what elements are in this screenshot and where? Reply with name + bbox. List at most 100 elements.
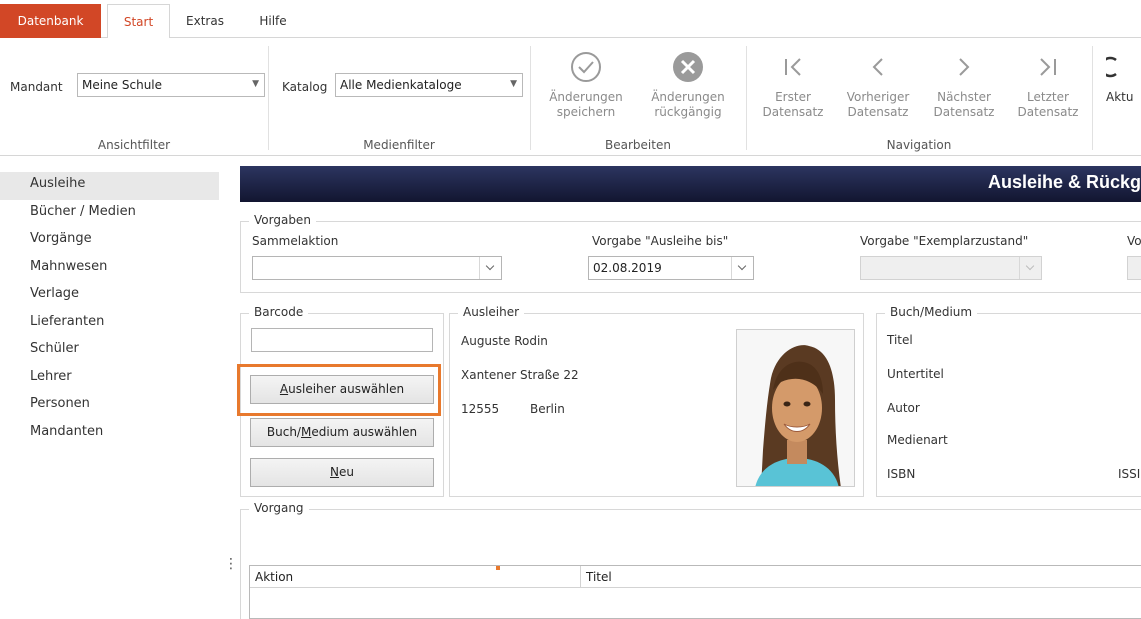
- chevron-down-icon[interactable]: [731, 257, 753, 279]
- accel-key: A: [279, 382, 289, 396]
- group-bearbeiten: Bearbeiten: [605, 138, 671, 152]
- ribbon: Mandant Meine Schule ▼ Ansichtfilter Kat…: [0, 38, 1141, 156]
- table-header: Aktion Titel: [250, 566, 1141, 588]
- ribbon-tab-bar: Datenbank Start Extras Hilfe: [0, 0, 1141, 39]
- vorgaben-legend: Vorgaben: [249, 213, 316, 227]
- chevron-right-icon: [925, 50, 1003, 90]
- close-circle-icon: [642, 50, 734, 90]
- resize-marker: [496, 566, 500, 570]
- column-header-aktion[interactable]: Aktion: [250, 566, 580, 588]
- first-record-button[interactable]: Erster Datensatz: [755, 50, 831, 120]
- neu-button[interactable]: Neu: [250, 458, 434, 487]
- ausleihe-bis-date[interactable]: 02.08.2019: [588, 256, 754, 280]
- mandant-value: Meine Schule: [82, 78, 163, 92]
- katalog-select[interactable]: Alle Medienkataloge ▼: [335, 73, 523, 97]
- next-label-1: Nächster: [937, 90, 991, 104]
- save-changes-button[interactable]: Änderungen speichern: [540, 50, 632, 120]
- mandant-select[interactable]: Meine Schule ▼: [77, 73, 265, 97]
- buch-medium-auswaehlen-button[interactable]: Buch/Medium auswählen: [250, 418, 434, 447]
- sidebar-item-mandanten[interactable]: Mandanten: [0, 420, 225, 448]
- tab-start[interactable]: Start: [107, 4, 170, 39]
- previous-record-button[interactable]: Vorheriger Datensatz: [838, 50, 918, 120]
- last-record-icon: [1010, 50, 1086, 90]
- chevron-down-icon[interactable]: [479, 257, 501, 279]
- ausleiher-legend: Ausleiher: [458, 305, 525, 319]
- exemplarzustand-label: Vorgabe "Exemplarzustand": [860, 234, 1029, 248]
- button-label: eu: [338, 465, 354, 479]
- sidebar-item-lehrer[interactable]: Lehrer: [0, 365, 225, 393]
- ausleiher-auswaehlen-button[interactable]: Ausleiher auswählen: [250, 375, 434, 404]
- mandant-label: Mandant: [10, 80, 63, 94]
- group-separator: [530, 46, 531, 150]
- ausleiher-city: Berlin: [530, 402, 565, 416]
- medienart-label: Medienart: [887, 433, 948, 447]
- first-record-icon: [755, 50, 831, 90]
- chevron-down-icon: [1019, 257, 1041, 279]
- group-navigation: Navigation: [886, 138, 952, 152]
- chevron-down-icon: ▼: [510, 79, 517, 89]
- tab-hilfe[interactable]: Hilfe: [248, 4, 298, 39]
- first-label-1: Erster: [775, 90, 811, 104]
- tab-datenbank[interactable]: Datenbank: [0, 4, 101, 38]
- page-title: Ausleihe & Rückg: [987, 172, 1141, 192]
- prev-label-2: Datensatz: [847, 105, 909, 119]
- undo-label-2: rückgängig: [654, 105, 722, 119]
- last-label-1: Letzter: [1027, 90, 1069, 104]
- sidebar-item-vorgaenge[interactable]: Vorgänge: [0, 227, 225, 255]
- refresh-button[interactable]: Aktu: [1100, 50, 1141, 105]
- sidebar-item-buecher-medien[interactable]: Bücher / Medien: [0, 200, 225, 228]
- undo-changes-button[interactable]: Änderungen rückgängig: [642, 50, 734, 120]
- last-label-2: Datensatz: [1017, 105, 1079, 119]
- katalog-label: Katalog: [282, 80, 328, 94]
- sammelaktion-label: Sammelaktion: [252, 234, 339, 248]
- issn-label: ISSI: [1118, 467, 1141, 481]
- titel-label: Titel: [887, 333, 913, 347]
- ausleiher-street: Xantener Straße 22: [461, 368, 579, 382]
- sidebar-item-ausleihe[interactable]: Ausleihe: [0, 172, 219, 200]
- ausleihe-bis-value: 02.08.2019: [593, 261, 662, 275]
- chevron-left-icon: [838, 50, 918, 90]
- check-circle-icon: [540, 50, 632, 90]
- vorgang-legend: Vorgang: [249, 501, 309, 515]
- ausleihe-bis-label: Vorgabe "Ausleihe bis": [592, 234, 729, 248]
- refresh-label: Aktu: [1106, 90, 1134, 104]
- prev-label-1: Vorheriger: [846, 90, 910, 104]
- ausleiher-photo: [736, 329, 855, 487]
- sidebar-item-schueler[interactable]: Schüler: [0, 337, 225, 365]
- buch-medium-legend: Buch/Medium: [885, 305, 978, 319]
- group-separator: [1092, 46, 1093, 150]
- sidebar-item-verlage[interactable]: Verlage: [0, 282, 225, 310]
- isbn-label: ISBN: [887, 467, 916, 481]
- sammelaktion-select[interactable]: [252, 256, 502, 280]
- autor-label: Autor: [887, 401, 920, 415]
- page-header: Ausleihe & Rückg: [240, 166, 1141, 202]
- accel-key: M: [300, 425, 312, 439]
- first-label-2: Datensatz: [762, 105, 824, 119]
- button-label: edium auswählen: [311, 425, 418, 439]
- tab-extras[interactable]: Extras: [178, 4, 232, 39]
- next-label-2: Datensatz: [933, 105, 995, 119]
- untertitel-label: Untertitel: [887, 367, 944, 381]
- barcode-legend: Barcode: [249, 305, 309, 319]
- sidebar-item-lieferanten[interactable]: Lieferanten: [0, 310, 225, 338]
- undo-label-1: Änderungen: [651, 90, 725, 104]
- sidebar: Ausleihe Bücher / Medien Vorgänge Mahnwe…: [0, 172, 225, 447]
- sidebar-item-personen[interactable]: Personen: [0, 392, 225, 420]
- next-record-button[interactable]: Nächster Datensatz: [925, 50, 1003, 120]
- katalog-value: Alle Medienkataloge: [340, 78, 462, 92]
- group-separator: [268, 46, 269, 150]
- splitter-grip-icon[interactable]: ⋮: [224, 556, 238, 572]
- sidebar-item-mahnwesen[interactable]: Mahnwesen: [0, 255, 225, 283]
- save-label-2: speichern: [556, 105, 616, 119]
- refresh-icon: [1100, 50, 1141, 90]
- barcode-input[interactable]: [251, 328, 433, 352]
- chevron-down-icon: ▼: [252, 79, 259, 89]
- portrait-image: [737, 330, 854, 486]
- column-header-titel[interactable]: Titel: [581, 566, 1141, 588]
- vorgang-table[interactable]: Aktion Titel: [249, 565, 1141, 619]
- vorgabe-more-label: Vo: [1127, 234, 1141, 248]
- button-label-prefix: Buch/: [266, 425, 301, 439]
- button-label: usleiher auswählen: [288, 382, 405, 396]
- accel-key: N: [330, 465, 339, 479]
- last-record-button[interactable]: Letzter Datensatz: [1010, 50, 1086, 120]
